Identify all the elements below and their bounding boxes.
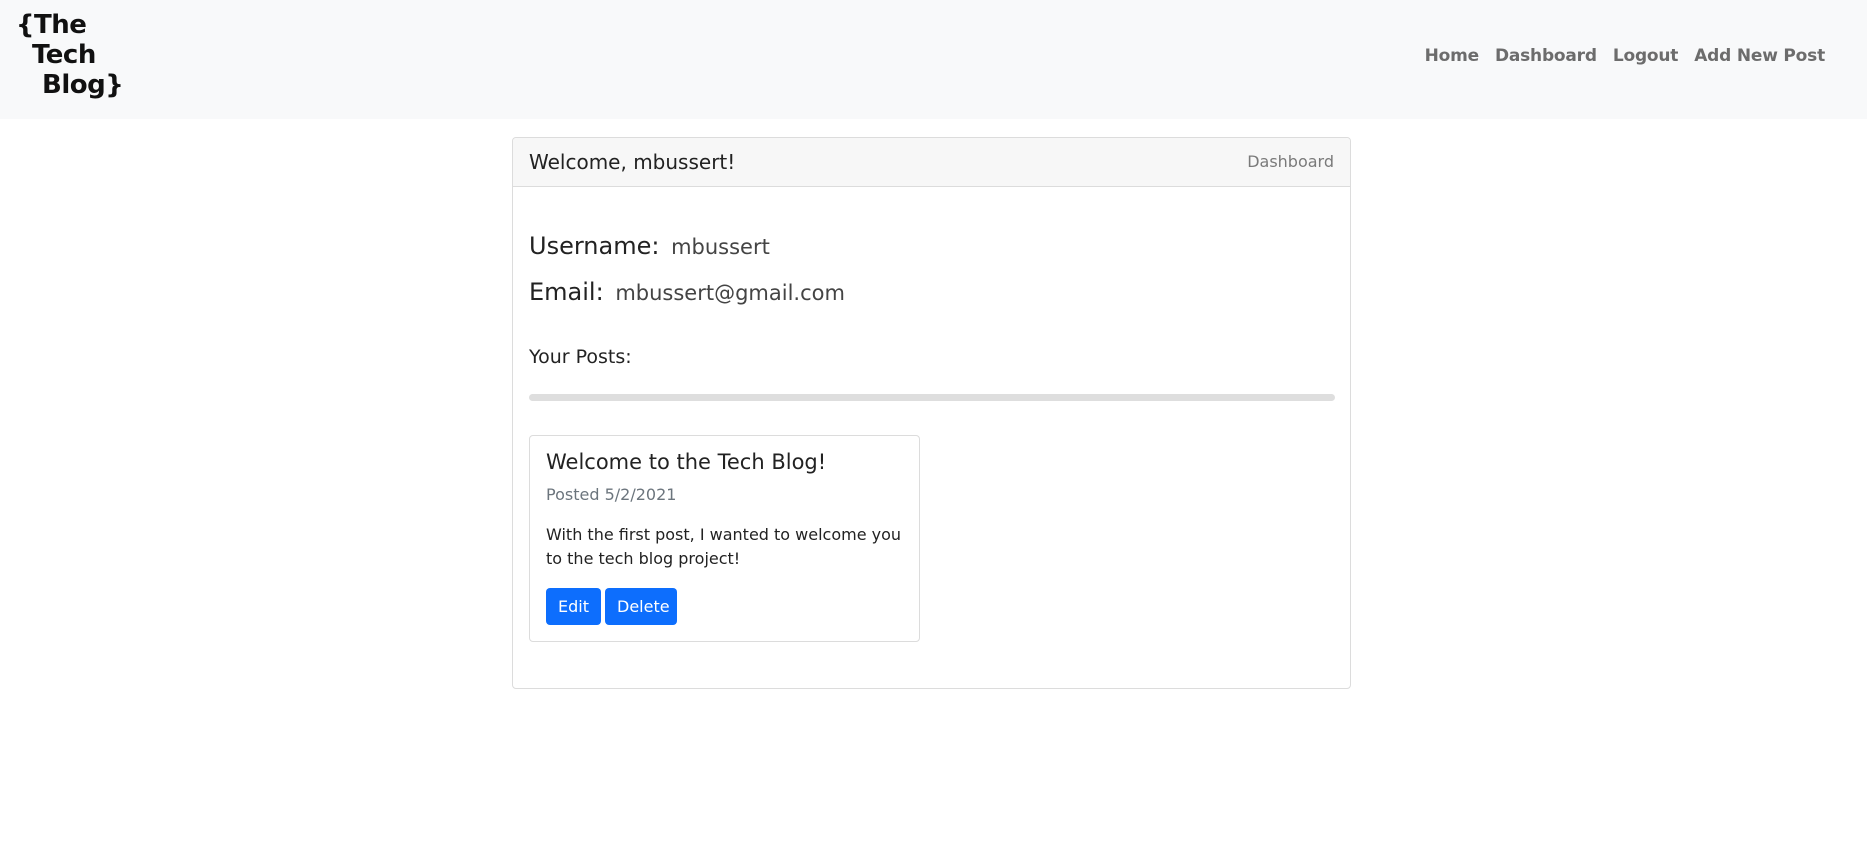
username-row: Username: mbussert [529,232,770,260]
username-label: Username: [529,232,660,260]
email-value: mbussert@gmail.com [615,281,845,305]
post-title: Welcome to the Tech Blog! [546,450,827,474]
nav-link-dashboard[interactable]: Dashboard [1495,46,1597,66]
logo-line-2: Tech [32,40,96,70]
nav-link-home[interactable]: Home [1425,46,1480,66]
site-logo[interactable]: {The Tech Blog} [16,10,126,100]
edit-button[interactable]: Edit [546,588,601,625]
dashboard-card: Welcome, mbussert! Dashboard Username: m… [512,137,1351,689]
logo-line-3: Blog} [42,70,124,100]
welcome-title: Welcome, mbussert! [529,150,736,174]
logo-line-1: {The [16,10,87,40]
nav-link-logout[interactable]: Logout [1613,46,1679,66]
email-label: Email: [529,278,604,306]
delete-button[interactable]: Delete [605,588,677,625]
header-dashboard-label: Dashboard [1247,152,1334,171]
card-header: Welcome, mbussert! Dashboard [513,138,1350,187]
nav-links: Home Dashboard Logout Add New Post [1425,46,1826,66]
post-body: With the first post, I wanted to welcome… [546,525,902,568]
post-card: Welcome to the Tech Blog! Posted 5/2/202… [529,435,920,642]
posts-heading: Your Posts: [529,346,632,368]
divider [529,394,1335,401]
navbar: {The Tech Blog} Home Dashboard Logout Ad… [0,0,1867,119]
nav-link-add-new-post[interactable]: Add New Post [1694,46,1825,66]
post-date: Posted 5/2/2021 [546,485,677,504]
username-value: mbussert [671,235,770,259]
email-row: Email: mbussert@gmail.com [529,278,845,306]
